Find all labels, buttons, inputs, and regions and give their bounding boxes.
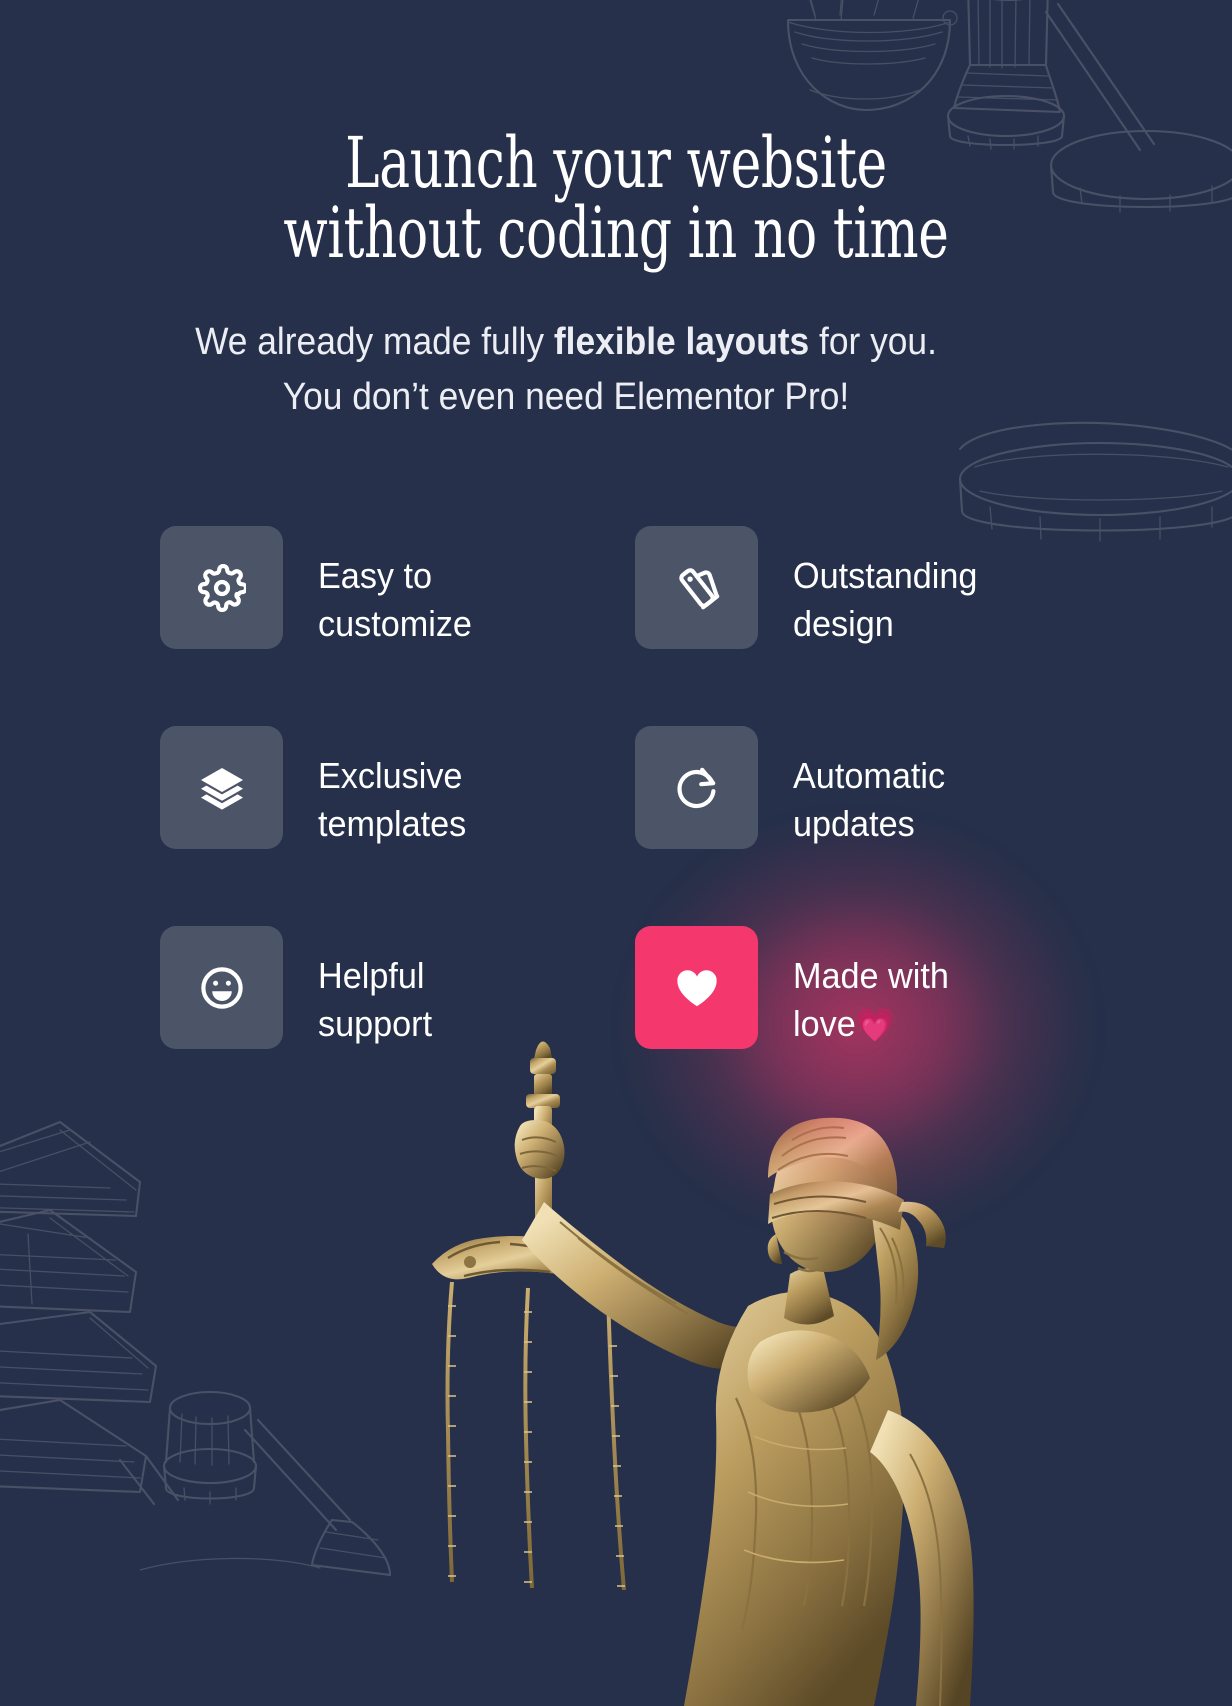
feature-item-easy-to-customize[interactable]: Easy to customize [160, 526, 635, 726]
feature-icon-tile [160, 926, 283, 1049]
feature-icon-tile [635, 526, 758, 649]
layers-icon [200, 767, 243, 810]
feature-icon-tile [160, 726, 283, 849]
gear-icon [197, 563, 246, 612]
feature-label: Helpful support [318, 955, 433, 1044]
feature-icon-tile [635, 726, 758, 849]
feature-label-accent: Made with love💗 [793, 926, 949, 1048]
feature-item-made-with-love[interactable]: Made with love💗 [622, 816, 1093, 1236]
feature-label: Outstanding design [793, 555, 978, 644]
feature-label: Exclusive templates [318, 755, 467, 844]
feature-item-outstanding-design[interactable]: Outstanding design [635, 526, 1080, 726]
subtitle-highlight: flexible layouts [553, 321, 810, 363]
feature-icon-tile-accent [635, 926, 758, 1049]
book-stack-sketch [0, 1120, 180, 1506]
feature-item-exclusive-templates[interactable]: Exclusive templates [160, 726, 635, 926]
feature-label: Automatic updates [793, 755, 946, 844]
smiley-icon [200, 966, 243, 1009]
feature-icon-tile [160, 526, 283, 649]
feature-label: Easy to customize [318, 555, 472, 644]
sparkling-heart-emoji: 💗 [855, 1005, 895, 1043]
heart-icon [676, 969, 717, 1006]
feature-list: Easy to customize Outstanding design Exc… [160, 526, 1093, 1236]
small-gavel-sketch [140, 1390, 392, 1577]
feature-item-helpful-support[interactable]: Helpful support [160, 926, 635, 1126]
palette-icon [678, 567, 719, 609]
promo-banner: Launch your website without coding in no… [0, 0, 1232, 1706]
subtitle-text-before: We already made fully [195, 321, 554, 363]
feature-item-automatic-updates[interactable]: Automatic updates [635, 726, 1080, 926]
page-title: Launch your website without coding in no… [283, 122, 949, 274]
refresh-icon [676, 767, 715, 808]
page-subtitle: We already made fully flexible layouts f… [194, 315, 938, 425]
